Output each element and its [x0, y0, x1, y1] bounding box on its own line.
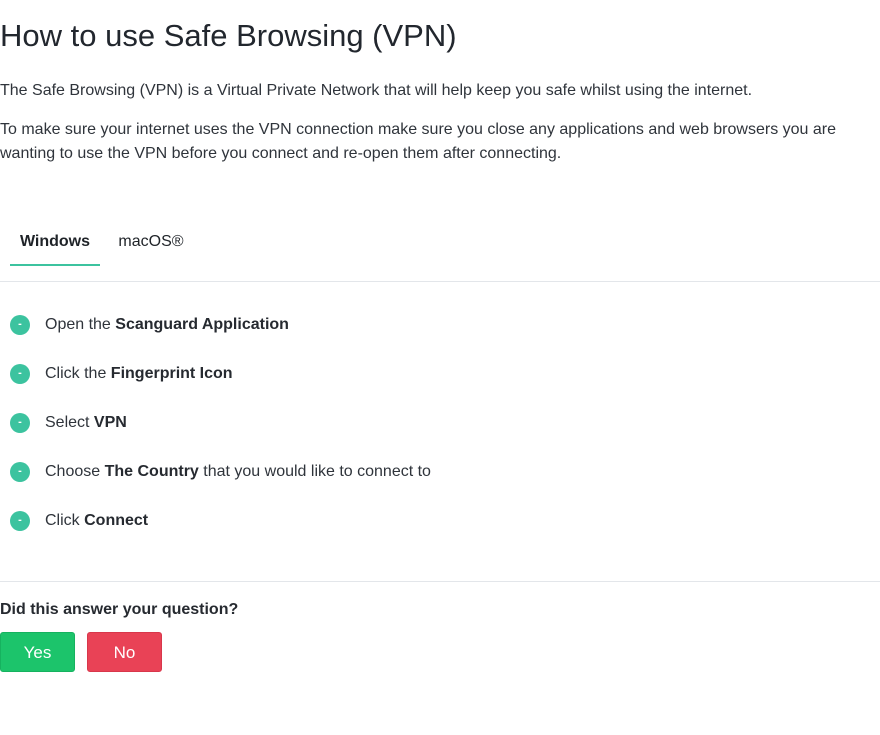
no-button[interactable]: No: [87, 632, 162, 672]
list-item: - Click the Fingerprint Icon: [0, 349, 880, 398]
page-title: How to use Safe Browsing (VPN): [0, 18, 457, 53]
step-bullet-icon: -: [10, 511, 30, 531]
list-item: - Click Connect: [0, 496, 880, 545]
list-item: - Open the Scanguard Application: [0, 300, 880, 349]
list-item: - Choose The Country that you would like…: [0, 447, 880, 496]
instructions-text: To make sure your internet uses the VPN …: [0, 121, 836, 162]
step-text: Select VPN: [45, 414, 127, 431]
intro-text: The Safe Browsing (VPN) is a Virtual Pri…: [0, 82, 753, 99]
feedback-question: Did this answer your question?: [0, 601, 239, 618]
tab-windows[interactable]: Windows: [10, 222, 100, 266]
step-bullet-icon: -: [10, 315, 30, 335]
step-text: Click Connect: [45, 512, 149, 529]
yes-button[interactable]: Yes: [0, 632, 75, 672]
list-item: - Select VPN: [0, 398, 880, 447]
step-text: Choose The Country that you would like t…: [45, 463, 431, 480]
steps-list: - Open the Scanguard Application - Click…: [0, 300, 880, 545]
step-text: Click the Fingerprint Icon: [45, 365, 233, 382]
tab-macos[interactable]: macOS®: [106, 222, 196, 264]
step-text: Open the Scanguard Application: [45, 316, 289, 333]
step-bullet-icon: -: [10, 413, 30, 433]
step-bullet-icon: -: [10, 364, 30, 384]
section-divider: [0, 581, 880, 582]
step-bullet-icon: -: [10, 462, 30, 482]
os-tab-bar: Windows macOS®: [0, 222, 880, 282]
